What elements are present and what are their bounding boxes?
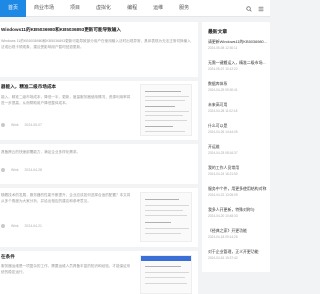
sidebar-post-item[interactable]: 什么可以是 2024-04-26 14:44:05 bbox=[208, 123, 268, 134]
sidebar-post-item[interactable]: 服务中个件，用更多使用结构对称 2024-04-22 13:05:09 bbox=[208, 186, 268, 197]
main-nav: 首页 商业市场 项目 虚拟化 编程 运维 服务 bbox=[0, 0, 197, 17]
sidebar-post-item[interactable]: 请更新Windows11的KB5036980... 2024-05-08 12:3… bbox=[208, 39, 268, 50]
article-title[interactable]: 器能入，精准二级市场成本 bbox=[1, 84, 131, 90]
nav-item[interactable]: 运维 bbox=[145, 0, 171, 17]
avatar bbox=[1, 123, 5, 127]
search-icon[interactable] bbox=[246, 5, 252, 12]
article-title[interactable]: Windows11的KB5036980和KB5036893更新可能导致输入 bbox=[1, 27, 191, 33]
sidebar-post-item[interactable]: 我多人开更新，特殊对称与 2024-04-20 10:48:33 bbox=[208, 207, 268, 218]
avatar bbox=[1, 168, 5, 172]
sidebar-post-item[interactable]: 无需一键搬运入，精准二级市场... 2024-05-07 10:12:22 bbox=[208, 60, 268, 71]
sidebar-post-title[interactable]: 服务中个件，用更多使用结构对称 bbox=[208, 186, 268, 191]
sidebar: 最新文章 请更新Windows11的KB5036980... 2024-05-08… bbox=[202, 22, 270, 272]
article-excerpt: 能入，精准二级市场成本，降低一半，更新，度量服务器使用情况，资源利用率将进一步提… bbox=[1, 95, 131, 105]
article-author: Wink bbox=[11, 224, 19, 228]
sidebar-post-date: 2024-04-22 13:05:09 bbox=[208, 193, 238, 197]
sidebar-post-date: 2024-04-24 16:21:50 bbox=[208, 172, 238, 176]
sidebar-post-item[interactable]: 开运维 2024-04-25 08:16:37 bbox=[208, 144, 268, 155]
sidebar-post-item[interactable]: 《经典之家》开更功能 2024-04-18 09:14:26 bbox=[208, 228, 268, 239]
article-meta: Wink 2024-04-21 bbox=[1, 224, 42, 228]
nav-item[interactable]: 首页 bbox=[0, 0, 27, 17]
sidebar-post-item[interactable]: 对于企业管理，正义开更功能 2024-04-16 15:37:42 bbox=[208, 249, 268, 260]
sidebar-post-date: 2024-04-25 08:16:37 bbox=[208, 151, 238, 155]
sidebar-post-date: 2024-04-26 14:44:05 bbox=[208, 130, 238, 134]
article-card[interactable]: 具备跨云的快速部署能力，满足企业多样化需求。 Wink 2024-04-28 bbox=[0, 144, 198, 184]
article-date: 2024-04-21 bbox=[24, 224, 42, 228]
sidebar-post-date: 2024-04-29 09:30:41 bbox=[208, 88, 238, 92]
sidebar-post-item[interactable]: 我的工作人员常用 2024-04-24 16:21:50 bbox=[208, 165, 268, 176]
sidebar-post-item[interactable]: 数据库体系 2024-04-29 09:30:41 bbox=[208, 81, 268, 92]
article-meta: Wink 2024-05-07 bbox=[1, 123, 42, 127]
article-author: Wink bbox=[11, 123, 19, 127]
sidebar-post-title[interactable]: 开运维 bbox=[208, 144, 268, 149]
nav-icon-group bbox=[246, 0, 264, 17]
article-excerpt: Windows 11的KB5036980和KB5036893更新可能导致部分用户… bbox=[1, 39, 191, 49]
nav-item[interactable]: 编程 bbox=[119, 0, 145, 17]
sidebar-post-date: 2024-04-16 15:37:42 bbox=[208, 256, 238, 260]
sidebar-post-date: 2024-05-07 10:12:22 bbox=[208, 67, 238, 71]
sidebar-post-title[interactable]: 未来高可用 bbox=[208, 102, 268, 107]
sidebar-post-date: 2024-05-08 12:30:11 bbox=[208, 46, 238, 50]
article-card[interactable]: 器能入，精准二级市场成本 能入，精准二级市场成本，降低一半，更新，度量服务器使用… bbox=[0, 81, 198, 140]
article-card[interactable]: 在条件 服务器运维是一项复杂的工作，需要运维人员具备丰富的知识和经验，才能保证系… bbox=[0, 251, 198, 294]
article-card[interactable]: 随着技术的发展，服务器的性能不断提升，企业应该如何选择合适的配置？本文将从多个角… bbox=[0, 188, 198, 247]
sidebar-post-title[interactable]: 请更新Windows11的KB5036980... bbox=[208, 39, 268, 44]
sidebar-post-title[interactable]: 我的工作人员常用 bbox=[208, 165, 268, 170]
article-thumbnail[interactable] bbox=[140, 84, 192, 136]
sidebar-post-title[interactable]: 数据库体系 bbox=[208, 81, 268, 86]
sidebar-post-title[interactable]: 什么可以是 bbox=[208, 123, 268, 128]
article-thumbnail[interactable] bbox=[140, 255, 192, 294]
article-card[interactable]: Windows11的KB5036980和KB5036893更新可能导致输入 Wi… bbox=[0, 22, 198, 77]
article-thumbnail[interactable] bbox=[140, 192, 192, 242]
article-meta: Wink 2024-04-28 bbox=[1, 168, 42, 172]
sidebar-post-date: 2024-04-18 09:14:26 bbox=[208, 235, 238, 239]
article-author: Wink bbox=[11, 168, 19, 172]
article-date: 2024-05-07 bbox=[24, 123, 42, 127]
menu-icon[interactable] bbox=[258, 6, 264, 12]
sidebar-post-title[interactable]: 我多人开更新，特殊对称与 bbox=[208, 207, 268, 212]
top-navigation-bar: 首页 商业市场 项目 虚拟化 编程 运维 服务 bbox=[0, 0, 270, 17]
sidebar-post-title[interactable]: 《经典之家》开更功能 bbox=[208, 228, 268, 233]
article-excerpt: 具备跨云的快速部署能力，满足企业多样化需求。 bbox=[1, 150, 81, 154]
article-excerpt: 随着技术的发展，服务器的性能不断提升，企业应该如何选择合适的配置？本文将从多个角… bbox=[1, 193, 131, 203]
sidebar-heading: 最新文章 bbox=[208, 30, 228, 35]
article-excerpt: 服务器运维是一项复杂的工作，需要运维人员具备丰富的知识和经验，才能保证系统的稳定… bbox=[1, 264, 131, 274]
sidebar-post-date: 2024-04-28 11:02:18 bbox=[208, 109, 238, 113]
sidebar-post-date: 2024-04-20 10:48:33 bbox=[208, 214, 238, 218]
article-date: 2024-04-28 bbox=[24, 168, 42, 172]
avatar bbox=[1, 224, 5, 228]
sidebar-post-item[interactable]: 未来高可用 2024-04-28 11:02:18 bbox=[208, 102, 268, 113]
sidebar-post-title[interactable]: 无需一键搬运入，精准二级市场... bbox=[208, 60, 268, 65]
nav-item[interactable]: 虚拟化 bbox=[88, 0, 119, 17]
nav-item[interactable]: 商业市场 bbox=[26, 0, 62, 17]
nav-item[interactable]: 项目 bbox=[62, 0, 88, 17]
nav-item[interactable]: 服务 bbox=[171, 0, 197, 17]
article-title[interactable]: 在条件 bbox=[1, 254, 131, 260]
sidebar-post-title[interactable]: 对于企业管理，正义开更功能 bbox=[208, 249, 268, 254]
